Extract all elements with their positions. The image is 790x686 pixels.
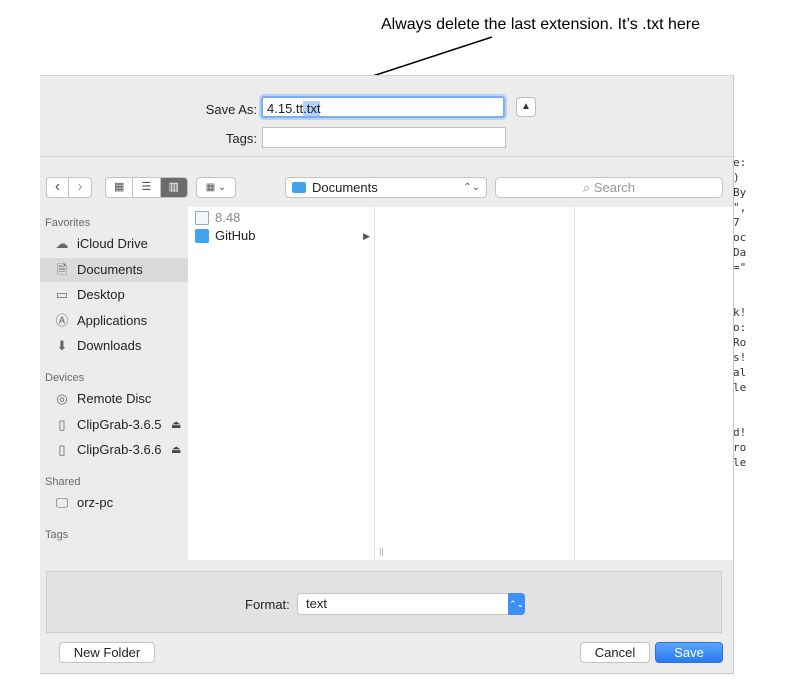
sidebar-item-documents[interactable]: 🗎 Documents [40,258,188,282]
eject-icon[interactable]: ⏏ [171,438,181,462]
save-button[interactable]: Save [655,642,723,663]
sidebar-item-desktop[interactable]: ▭ Desktop [40,283,188,307]
format-dropdown[interactable]: text ⌃⌄ [297,593,525,615]
sidebar-item-applications[interactable]: Ⓐ Applications [40,309,188,333]
sidebar-item-clipgrab-365[interactable]: ▯ ClipGrab-3.6.5 ⏏ [40,413,188,437]
view-mode-control: ▦ ☰ ▥ [105,177,188,198]
document-icon [195,211,209,225]
cloud-icon: ☁ [55,236,69,251]
disclosure-arrow-icon: ▶ [363,231,370,241]
computer-icon: 🖵 [55,495,69,510]
chevron-left-icon: ‹ [54,178,61,195]
selected-extension: .txt [303,101,321,116]
sidebar-item-remote-disc[interactable]: ◎ Remote Disc [40,387,188,411]
tags-row: Tags: [40,127,733,149]
list-view-icon[interactable]: ☰ [133,178,161,197]
sidebar-header-tags: Tags [45,529,69,541]
format-label: Format: [245,597,290,612]
sidebar-header-favorites: Favorites [45,217,91,229]
save-as-label: Save As: [205,102,257,117]
sidebar-item-label: orz-pc [77,495,114,510]
sidebar-item-label: Documents [77,262,143,277]
chevron-right-icon: › [77,178,83,195]
filename-text: 4.15.tt [267,101,304,116]
toolbar: ‹ › ▦ ☰ ▥ ▦ ⌄ Documents ⌃⌄ ⌕ Search [40,157,733,207]
expand-dialog-button[interactable]: ▲ [516,97,536,117]
magnifier-icon: ⌕ [582,180,591,195]
documents-icon: 🗎 [56,262,68,277]
column-view-icon[interactable]: ▥ [160,178,187,197]
tags-label: Tags: [225,131,257,146]
list-item-github[interactable]: GitHub ▶ [188,227,374,245]
save-as-row: Save As: 4.15.tt.txt ▲ [40,96,733,122]
arrange-grid-icon: ▦ ⌄ [205,182,227,193]
column-resize-handle[interactable]: || [379,546,384,556]
drive-icon: ▯ [58,417,66,432]
desktop-icon: ▭ [55,287,69,302]
search-field[interactable]: ⌕ Search [495,177,723,198]
sidebar-item-downloads[interactable]: ⬇ Downloads [40,334,188,358]
back-button[interactable]: ‹ [46,177,69,198]
browser-column-1: 8.48 GitHub ▶ || [188,207,384,560]
sidebar-item-label: ClipGrab-3.6.6 [77,442,162,457]
sidebar: Favorites ☁ iCloud Drive 🗎 Documents ▭ D… [40,207,189,560]
sidebar-item-orz-pc[interactable]: 🖵 orz-pc [40,491,188,515]
save-dialog: Save As: 4.15.tt.txt ▲ Tags: ‹ › ▦ ☰ ▥ ▦… [40,75,734,674]
downloads-icon: ⬇ [56,338,68,353]
applications-icon: Ⓐ [55,313,69,328]
sidebar-item-label: Remote Disc [77,391,152,406]
sidebar-item-label: iCloud Drive [77,236,148,251]
folder-icon [195,229,209,243]
arrange-button[interactable]: ▦ ⌄ [196,177,236,198]
search-placeholder: Search [593,180,636,195]
format-value: text [306,596,327,611]
chevron-updown-icon: ⌃⌄ [508,593,525,615]
file-name: GitHub [215,228,256,243]
eject-icon[interactable]: ⏏ [171,413,181,437]
browser-column-2 [388,207,575,560]
sidebar-item-icloud-drive[interactable]: ☁ iCloud Drive [40,232,188,256]
location-popup[interactable]: Documents ⌃⌄ [285,177,487,198]
icon-view-icon[interactable]: ▦ [106,178,134,197]
chevron-up-icon: ▲ [521,101,531,112]
format-panel: Format: text ⌃⌄ [46,571,722,633]
list-item-8-48[interactable]: 8.48 [188,209,374,227]
annotation-text: Always delete the last extension. It’s .… [381,16,700,33]
sidebar-item-clipgrab-366[interactable]: ▯ ClipGrab-3.6.6 ⏏ [40,438,188,462]
cancel-button[interactable]: Cancel [580,642,650,663]
sidebar-item-label: Downloads [77,338,142,353]
new-folder-button[interactable]: New Folder [59,642,155,663]
chevron-updown-icon: ⌃⌄ [463,182,480,193]
sidebar-header-devices: Devices [45,372,85,384]
save-as-field[interactable]: 4.15.tt.txt [261,96,505,118]
folder-icon [292,182,306,193]
sidebar-item-label: ClipGrab-3.6.5 [77,417,162,432]
tags-field[interactable] [262,127,506,148]
browser-column-3 [589,207,732,560]
drive-icon: ▯ [58,442,66,457]
disc-icon: ◎ [56,391,68,406]
sidebar-header-shared: Shared [45,476,81,488]
sidebar-item-label: Applications [77,313,148,328]
file-name: 8.48 [215,210,241,225]
sidebar-item-label: Desktop [77,287,125,302]
column-browser: 8.48 GitHub ▶ || [188,207,733,560]
location-label: Documents [312,180,378,195]
forward-button[interactable]: › [69,177,92,198]
background-window-edge: e: ) By ", 7 oc Da =" k! o: Ro s! al le … [733,156,747,475]
